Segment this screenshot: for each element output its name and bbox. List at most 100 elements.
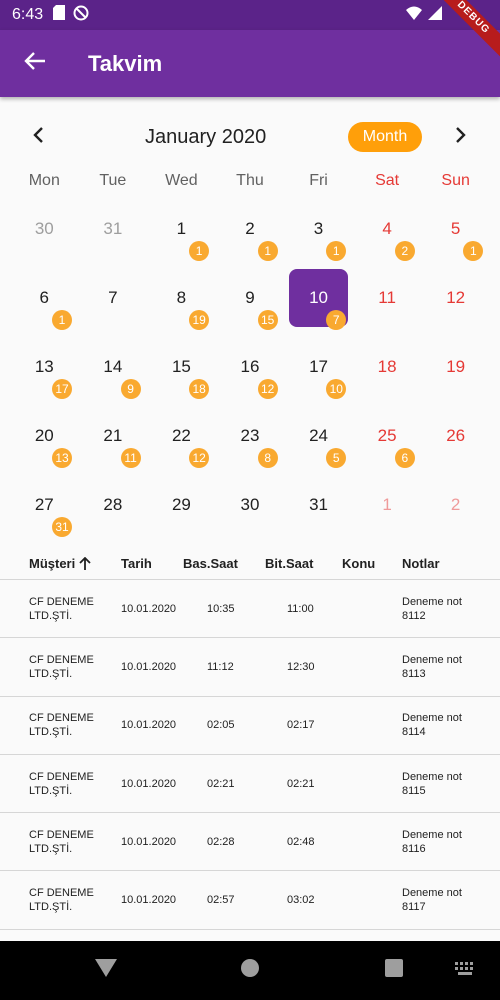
day-cell[interactable]: 12 [421, 269, 490, 338]
event-count-badge: 18 [189, 379, 210, 399]
column-header-bas-saat[interactable]: Bas.Saat [183, 556, 238, 571]
day-cell[interactable]: 51 [421, 200, 490, 269]
day-cell-selected[interactable]: 10 7 [284, 269, 353, 338]
day-cell[interactable]: 7 [79, 269, 148, 338]
day-cell[interactable]: 31 [79, 200, 148, 269]
recents-nav-button[interactable] [380, 956, 408, 984]
day-cell[interactable]: 31 [284, 200, 353, 269]
column-header-musteri[interactable]: Müşteri [29, 556, 91, 571]
cell-musteri: CF DENEME LTD.ŞTİ. [29, 595, 94, 622]
cell-musteri: CF DENEME LTD.ŞTİ. [29, 712, 94, 739]
day-cell[interactable]: 11 [147, 200, 216, 269]
day-number: 12 [446, 288, 466, 307]
day-cell[interactable]: 20 13 [10, 407, 79, 476]
weekday-label: Thu [236, 172, 264, 189]
day-cell[interactable]: 27 31 [10, 476, 79, 545]
cell-bit-saat: 02:17 [287, 719, 315, 732]
day-cell[interactable]: 29 [147, 476, 216, 545]
event-count-badge: 5 [326, 448, 347, 468]
arrow-up-icon [79, 556, 91, 571]
day-cell[interactable]: 15 18 [147, 338, 216, 407]
event-count-badge: 12 [189, 448, 210, 468]
table-row[interactable]: CF DENEME LTD.ŞTİ. 10.01.2020 10:35 11:00 De… [0, 580, 500, 639]
event-count-badge: 7 [326, 310, 347, 330]
week-row: 27 31 28 29 30 31 1 2 [10, 476, 490, 545]
event-count-badge: 1 [257, 241, 278, 261]
day-number: 2 [450, 495, 461, 514]
cell-musteri: CF DENEME LTD.ŞTİ. [29, 887, 94, 914]
day-cell[interactable]: 19 [421, 338, 490, 407]
day-cell[interactable]: 21 11 [79, 407, 148, 476]
day-cell[interactable]: 31 [284, 476, 353, 545]
table-row[interactable]: CF DENEME LTD.ŞTİ. 10.01.2020 02:05 02:17 De… [0, 697, 500, 755]
column-header-konu[interactable]: Konu [342, 556, 375, 571]
day-number: 10 [309, 288, 328, 307]
day-cell[interactable]: 28 [79, 476, 148, 545]
format-toggle-button[interactable]: Month [348, 122, 422, 152]
day-number: 22 [171, 426, 191, 445]
month-title: January 2020 [145, 125, 267, 148]
cell-notlar: Deneme not 8113 [402, 653, 462, 680]
table-body: CF DENEME LTD.ŞTİ. 10.01.2020 10:35 11:00 De… [0, 580, 500, 930]
day-cell[interactable]: 26 [421, 407, 490, 476]
event-count-badge: 19 [189, 310, 210, 330]
table-row[interactable]: CF DENEME LTD.ŞTİ. 10.01.2020 02:57 03:02 De… [0, 871, 500, 930]
day-cell[interactable]: 18 [353, 338, 422, 407]
event-count-badge: 13 [52, 448, 72, 468]
day-cell[interactable]: 30 [10, 200, 79, 269]
cell-bas-saat: 02:57 [207, 894, 235, 907]
back-button[interactable] [0, 30, 70, 97]
day-number: 21 [103, 426, 123, 445]
day-cell[interactable]: 17 10 [284, 338, 353, 407]
no-data-icon [73, 5, 89, 26]
back-nav-button[interactable] [92, 956, 120, 984]
week-row: 30 31 1 1 2 1 3 1 4 2 5 1 [10, 200, 490, 269]
day-cell[interactable]: 16 12 [216, 338, 285, 407]
chevron-right-icon [455, 126, 467, 149]
day-cell[interactable]: 22 12 [147, 407, 216, 476]
table-row[interactable]: CF DENEME LTD.ŞTİ. 10.01.2020 02:28 02:48 De… [0, 813, 500, 872]
day-cell[interactable]: 2 [421, 476, 490, 545]
day-cell[interactable]: 42 [353, 200, 422, 269]
weekday-label: Wed [165, 172, 198, 189]
day-number: 5 [450, 219, 461, 238]
day-cell[interactable]: 9 15 [216, 269, 285, 338]
day-cell[interactable]: 8 19 [147, 269, 216, 338]
debug-label: DEBUG [428, 0, 500, 63]
column-header-tarih[interactable]: Tarih [121, 556, 152, 571]
column-header-notlar[interactable]: Notlar [402, 556, 440, 571]
cell-bas-saat: 11:12 [207, 660, 234, 673]
next-month-button[interactable] [441, 115, 481, 159]
day-cell[interactable]: 1 [353, 476, 422, 545]
event-count-badge: 17 [52, 379, 72, 399]
table-row[interactable]: CF DENEME LTD.ŞTİ. 10.01.2020 11:12 12:30 De… [0, 638, 500, 697]
day-cell[interactable]: 14 9 [79, 338, 148, 407]
day-number: 25 [377, 426, 397, 445]
column-header-bit-saat[interactable]: Bit.Saat [265, 556, 313, 571]
day-cell[interactable]: 61 [10, 269, 79, 338]
weekday-label: Mon [28, 172, 60, 189]
cell-notlar: Deneme not 8112 [402, 595, 462, 622]
day-number: 2 [245, 219, 255, 238]
cell-musteri: CF DENEME LTD.ŞTİ. [29, 770, 94, 797]
event-count-badge: 8 [257, 448, 278, 468]
table-row[interactable]: CF DENEME LTD.ŞTİ. 10.01.2020 02:21 02:21 De… [0, 755, 500, 814]
day-cell[interactable]: 21 [216, 200, 285, 269]
home-nav-button[interactable] [236, 956, 264, 984]
day-number: 30 [240, 495, 260, 514]
day-cell[interactable]: 13 17 [10, 338, 79, 407]
day-cell[interactable]: 25 6 [353, 407, 422, 476]
day-cell[interactable]: 30 [216, 476, 285, 545]
day-number: 28 [103, 495, 123, 514]
week-row: 13 17 14 9 15 18 16 12 17 10 18 19 [10, 338, 490, 407]
event-count-badge: 1 [463, 241, 484, 261]
day-cell[interactable]: 11 [353, 269, 422, 338]
day-number: 19 [446, 357, 466, 376]
day-cell[interactable]: 23 8 [216, 407, 285, 476]
cell-bit-saat: 02:48 [287, 835, 315, 848]
day-cell[interactable]: 24 5 [284, 407, 353, 476]
keyboard-button[interactable] [453, 961, 479, 981]
day-number: 15 [171, 357, 191, 376]
day-number: 8 [176, 288, 187, 307]
prev-month-button[interactable] [18, 115, 58, 159]
